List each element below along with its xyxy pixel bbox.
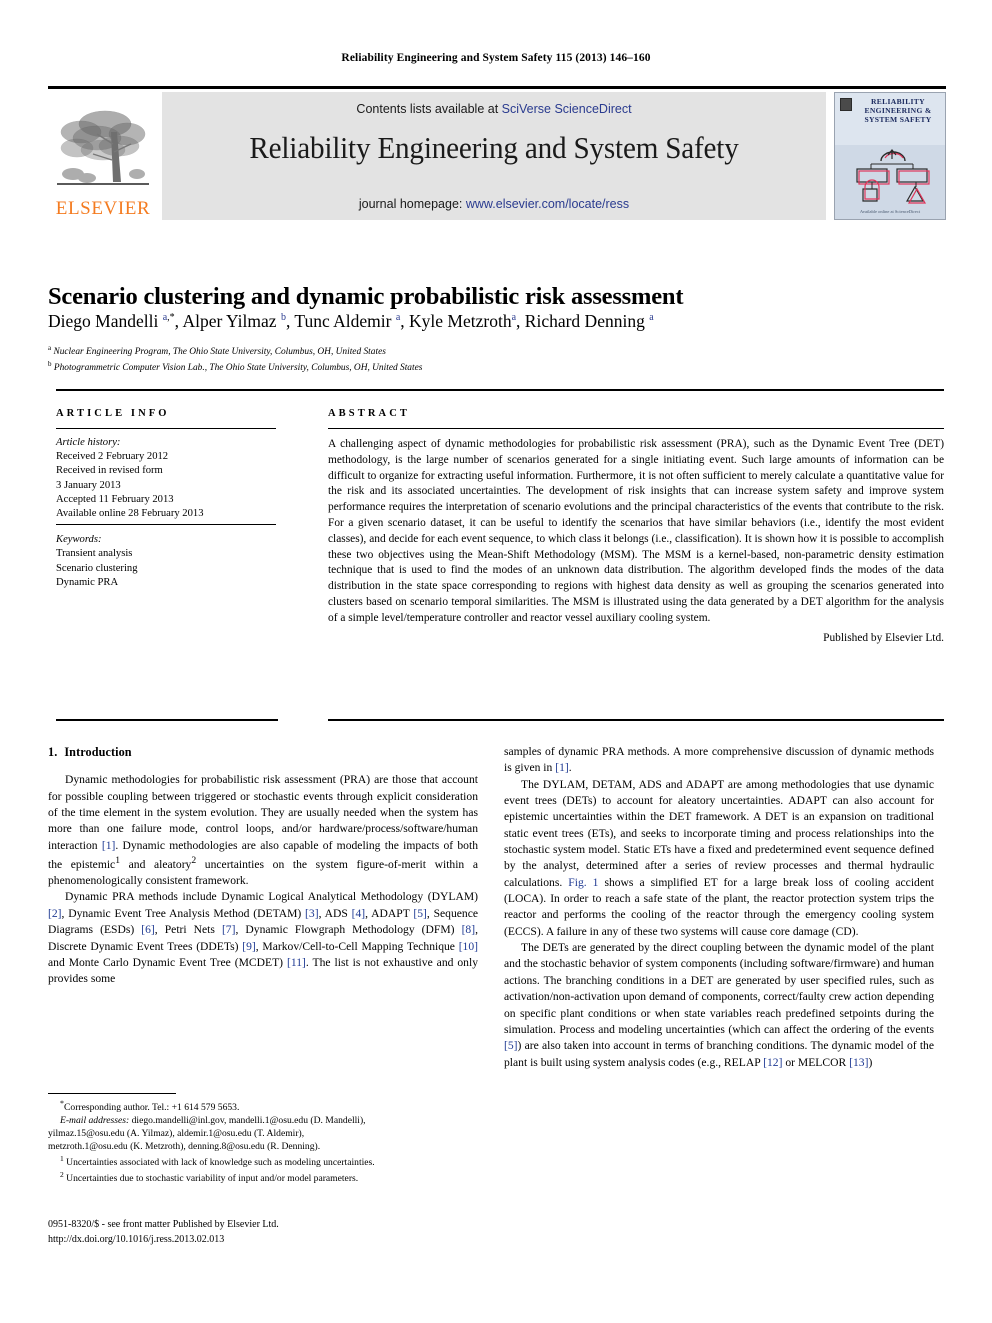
- keyword-item: Transient analysis: [56, 548, 133, 560]
- homepage-link[interactable]: www.elsevier.com/locate/ress: [466, 197, 629, 211]
- footnote-emails-cont: metzroth.1@osu.edu (K. Metzroth), dennin…: [48, 1141, 321, 1152]
- article-info-column: ARTICLE INFO Article history: Received 2…: [56, 408, 276, 590]
- article-info-rule: [56, 428, 276, 429]
- keyword-item: Dynamic PRA: [56, 576, 119, 588]
- masthead-top-rule: [48, 86, 946, 89]
- footnote-separator-rule: [48, 1093, 176, 1094]
- cover-footer-text: Available online at ScienceDirect: [859, 209, 921, 215]
- paper-first-page: Reliability Engineering and System Safet…: [0, 0, 992, 1323]
- affiliation-b-text: Photogrammetric Computer Vision Lab., Th…: [53, 363, 423, 374]
- contents-available-line: Contents lists available at SciVerse Sci…: [162, 102, 826, 116]
- journal-title: Reliability Engineering and System Safet…: [249, 130, 739, 165]
- elsevier-tree-icon: [57, 110, 149, 185]
- keyword-item: Scenario clustering: [56, 562, 138, 574]
- footnote-1-text: Uncertainties associated with lack of kn…: [66, 1157, 375, 1169]
- footnote-emails-cont: yilmaz.15@osu.edu (A. Yilmaz), aldemir.1…: [48, 1128, 305, 1140]
- footnote-marker-2: 2: [60, 1170, 64, 1180]
- abstract-column: ABSTRACT A challenging aspect of dynamic…: [328, 408, 944, 644]
- history-line: 3 January 2013: [56, 479, 121, 491]
- section-title: Introduction: [64, 745, 132, 759]
- elsevier-wordmark: ELSEVIER: [55, 198, 151, 219]
- keywords-heading: Keywords:: [56, 534, 102, 546]
- body-column-right: samples of dynamic PRA methods. A more c…: [504, 744, 934, 1071]
- footnote-corresponding-author: *Corresponding author. Tel.: +1 614 579 …: [48, 1099, 478, 1115]
- footnote-2-text: Uncertainties due to stochastic variabil…: [66, 1173, 359, 1185]
- history-line: Available online 28 February 2013: [56, 507, 204, 519]
- history-line: Received 2 February 2012: [56, 451, 169, 463]
- cover-title: RELIABILITY ENGINEERING & SYSTEM SAFETY: [864, 97, 932, 124]
- masthead-band: Contents lists available at SciVerse Sci…: [162, 92, 826, 220]
- abstract-heading: ABSTRACT: [328, 408, 410, 419]
- affiliation-a-text: Nuclear Engineering Program, The Ohio St…: [53, 347, 386, 358]
- cover-elsevier-mark-icon: [840, 98, 852, 111]
- footnote-emails: E-mail addresses: diego.mandelli@inl.gov…: [48, 1115, 478, 1128]
- body-column-left: 1. Introduction Dynamic methodologies for…: [48, 744, 478, 988]
- email-label: E-mail addresses:: [60, 1115, 130, 1127]
- affiliation-a: a Nuclear Engineering Program, The Ohio …: [48, 344, 386, 358]
- issn-line: 0951-8320/$ - see front matter Published…: [48, 1219, 279, 1230]
- contents-prefix: Contents lists available at: [356, 102, 502, 116]
- corresponding-author-text: Corresponding author. Tel.: +1 614 579 5…: [64, 1102, 240, 1114]
- paragraph: The DETs are generated by the direct cou…: [504, 941, 934, 1069]
- paragraph: Dynamic methodologies for probabilistic …: [48, 773, 478, 888]
- info-top-rule: [56, 389, 944, 391]
- cover-diagram-art: [856, 149, 930, 204]
- elsevier-logo: ELSEVIER: [48, 92, 158, 220]
- page-title: Scenario clustering and dynamic probabil…: [48, 283, 684, 311]
- footnote-marker-1: 1: [60, 1153, 64, 1163]
- history-line: Received in revised form: [56, 465, 163, 477]
- affiliations: a Nuclear Engineering Program, The Ohio …: [48, 343, 948, 375]
- doi-line[interactable]: http://dx.doi.org/10.1016/j.ress.2013.02…: [48, 1232, 498, 1247]
- article-history: Article history: Received 2 February 201…: [56, 436, 276, 521]
- footnote-note-2: 2 Uncertainties due to stochastic variab…: [48, 1170, 478, 1186]
- paragraph: samples of dynamic PRA methods. A more c…: [504, 745, 934, 775]
- body-rule-left: [56, 719, 278, 721]
- running-head: Reliability Engineering and System Safet…: [341, 52, 651, 64]
- article-info-heading: ARTICLE INFO: [56, 408, 170, 419]
- colophon: 0951-8320/$ - see front matter Published…: [48, 1217, 498, 1247]
- affiliation-b: b Photogrammetric Computer Vision Lab., …: [48, 360, 423, 374]
- article-history-heading: Article history:: [56, 437, 121, 448]
- paragraph: The DYLAM, DETAM, ADS and ADAPT are amon…: [504, 777, 935, 938]
- journal-cover-thumbnail[interactable]: RELIABILITY ENGINEERING & SYSTEM SAFETY: [834, 92, 946, 220]
- keywords-block: Keywords: Transient analysis Scenario cl…: [56, 533, 276, 590]
- footnotes-block: *Corresponding author. Tel.: +1 614 579 …: [48, 1093, 478, 1186]
- history-line: Accepted 11 February 2013: [56, 493, 174, 505]
- journal-masthead: ELSEVIER Contents lists available at Sci…: [48, 86, 946, 220]
- paragraph: Dynamic PRA methods include Dynamic Logi…: [48, 890, 479, 986]
- author-list: Diego Mandelli a,*, Alper Yilmaz b, Tunc…: [48, 311, 654, 331]
- abstract-rule: [328, 428, 944, 429]
- section-number: 1.: [48, 745, 58, 759]
- journal-homepage-line: journal homepage: www.elsevier.com/locat…: [162, 197, 826, 211]
- body-rule-right: [328, 719, 944, 721]
- footnote-note-1: 1 Uncertainties associated with lack of …: [48, 1154, 478, 1170]
- email-line: diego.mandelli@inl.gov, mandelli.1@osu.e…: [131, 1115, 366, 1127]
- abstract-text: A challenging aspect of dynamic methodol…: [328, 438, 944, 624]
- sciencedirect-link[interactable]: SciVerse ScienceDirect: [502, 102, 632, 116]
- section-heading-introduction: 1. Introduction: [48, 744, 478, 761]
- homepage-prefix: journal homepage:: [358, 197, 466, 211]
- abstract-publisher-line: Published by Elsevier Ltd.: [823, 631, 944, 644]
- article-history-bottom-rule: [56, 524, 276, 526]
